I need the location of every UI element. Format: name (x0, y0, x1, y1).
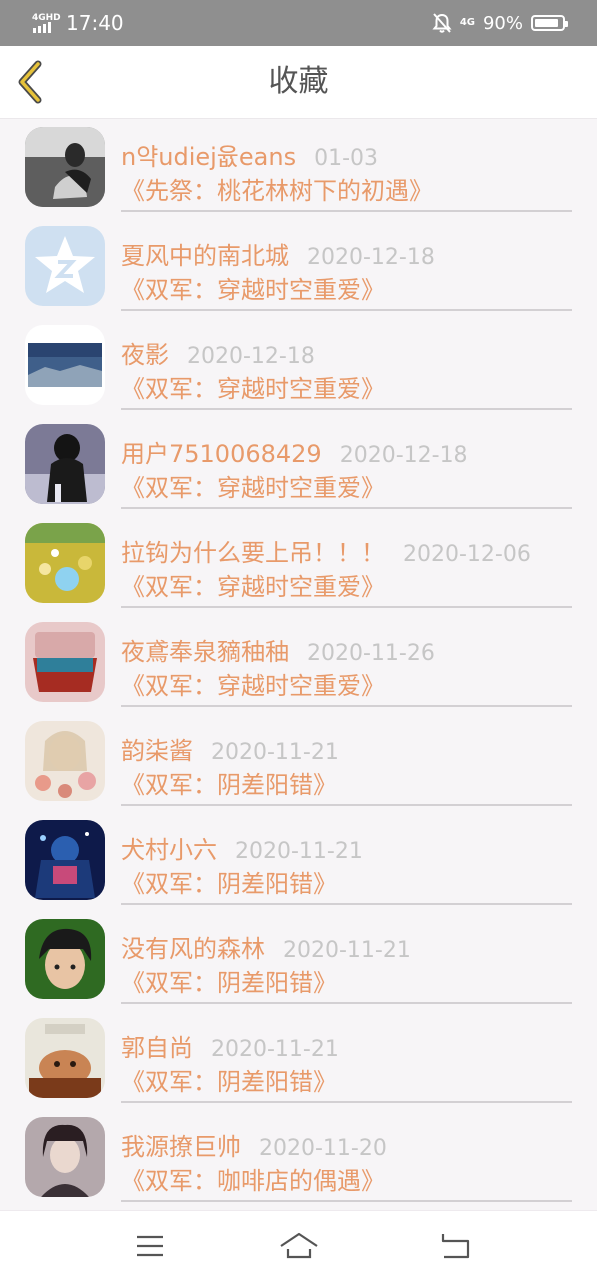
item-date: 01-03 (314, 146, 379, 171)
status-left: 4GHD 17:40 (32, 8, 124, 38)
home-icon (280, 1232, 318, 1259)
item-date: 2020-11-21 (211, 740, 339, 765)
home-button[interactable] (279, 1229, 319, 1263)
status-right: 4G 90% (432, 8, 568, 38)
list-item[interactable]: 夜鳶奉泉豴秞秞 2020-11-26 《双军：穿越时空重爱》 (0, 614, 597, 713)
list-item[interactable]: 夏风中的南北城 2020-12-18 《双军：穿越时空重爱》 (0, 218, 597, 317)
item-date: 2020-11-21 (235, 839, 363, 864)
signal-icon: 4GHD (32, 11, 61, 35)
avatar (25, 820, 105, 900)
battery-icon (531, 15, 568, 31)
item-title: 《双军：阴差阳错》 (121, 870, 337, 898)
item-title: 《双军：阴差阳错》 (121, 1068, 337, 1096)
avatar (25, 622, 105, 702)
avatar (25, 721, 105, 801)
user-name: 韵柒酱 (121, 737, 193, 765)
item-title: 《双军：阴差阳错》 (121, 771, 337, 799)
item-info: 夏风中的南北城 2020-12-18 《双军：穿越时空重爱》 (121, 218, 572, 311)
user-name: 我源撩巨帅 (121, 1133, 241, 1161)
avatar (25, 919, 105, 999)
user-name: 犬村小六 (121, 836, 217, 864)
user-name: 拉钩为什么要上吊！！！ (121, 539, 385, 567)
item-title: 《双军：穿越时空重爱》 (121, 375, 385, 403)
menu-button[interactable] (130, 1229, 170, 1263)
return-icon (441, 1234, 470, 1259)
avatar (25, 1018, 105, 1098)
user-name: 用户7510068429 (121, 440, 322, 468)
user-name: 夏风中的南北城 (121, 242, 289, 270)
avatar (25, 1117, 105, 1197)
item-title: 《双军：穿越时空重爱》 (121, 573, 385, 601)
avatar (25, 325, 105, 405)
network-type-right: 4G (459, 17, 475, 28)
item-date: 2020-11-21 (283, 938, 411, 963)
item-title: 《双军：咖啡店的偶遇》 (121, 1167, 385, 1195)
item-info: 夜鳶奉泉豴秞秞 2020-11-26 《双军：穿越时空重爱》 (121, 614, 572, 707)
list-item[interactable]: 犬村小六 2020-11-21 《双军：阴差阳错》 (0, 812, 597, 911)
list-item[interactable]: 拉钩为什么要上吊！！！ 2020-12-06 《双军：穿越时空重爱》 (0, 515, 597, 614)
item-date: 2020-11-26 (307, 641, 435, 666)
avatar (25, 226, 105, 306)
item-date: 2020-12-06 (403, 542, 531, 567)
item-info: 韵柒酱 2020-11-21 《双军：阴差阳错》 (121, 713, 572, 806)
user-name: n약udiej윲eans (121, 143, 297, 171)
list-item[interactable]: 没有风的森林 2020-11-21 《双军：阴差阳错》 (0, 911, 597, 1010)
item-info: 我源撩巨帅 2020-11-20 《双军：咖啡店的偶遇》 (121, 1109, 572, 1202)
header: 收藏 (0, 46, 597, 119)
bell-muted-icon (432, 13, 452, 33)
menu-icon (137, 1235, 163, 1257)
item-title: 《双军：穿越时空重爱》 (121, 276, 385, 304)
user-name: 夜鳶奉泉豴秞秞 (121, 638, 289, 666)
avatar (25, 523, 105, 603)
avatar (25, 127, 105, 207)
page-title: 收藏 (268, 64, 329, 99)
bottom-nav (0, 1210, 597, 1281)
list-item[interactable]: n약udiej윲eans 01-03 《先祭：桃花林树下的初遇》 (0, 119, 597, 218)
item-title: 《双军：阴差阳错》 (121, 969, 337, 997)
user-name: 没有风的森林 (121, 935, 265, 963)
user-name: 夜影 (121, 341, 169, 369)
item-info: 郭自尚 2020-11-21 《双军：阴差阳错》 (121, 1010, 572, 1103)
list-item[interactable]: 郭自尚 2020-11-21 《双军：阴差阳错》 (0, 1010, 597, 1109)
item-date: 2020-11-21 (211, 1037, 339, 1062)
battery-percent: 90% (482, 12, 523, 34)
item-date: 2020-12-18 (187, 344, 315, 369)
avatar (25, 424, 105, 504)
item-info: 拉钩为什么要上吊！！！ 2020-12-06 《双军：穿越时空重爱》 (121, 515, 572, 608)
item-info: 犬村小六 2020-11-21 《双军：阴差阳错》 (121, 812, 572, 905)
item-date: 2020-11-20 (259, 1136, 387, 1161)
user-name: 郭自尚 (121, 1034, 193, 1062)
item-info: 没有风的森林 2020-11-21 《双军：阴差阳错》 (121, 911, 572, 1004)
item-date: 2020-12-18 (307, 245, 435, 270)
item-info: 用户7510068429 2020-12-18 《双军：穿越时空重爱》 (121, 416, 572, 509)
return-button[interactable] (435, 1229, 475, 1263)
item-info: 夜影 2020-12-18 《双军：穿越时空重爱》 (121, 317, 572, 410)
item-title: 《先祭：桃花林树下的初遇》 (121, 177, 433, 205)
list-item[interactable]: 我源撩巨帅 2020-11-20 《双军：咖啡店的偶遇》 (0, 1109, 597, 1208)
item-info: n약udiej윲eans 01-03 《先祭：桃花林树下的初遇》 (121, 119, 572, 212)
list-item[interactable]: 韵柒酱 2020-11-21 《双军：阴差阳错》 (0, 713, 597, 812)
item-title: 《双军：穿越时空重爱》 (121, 474, 385, 502)
list-item[interactable]: 夜影 2020-12-18 《双军：穿越时空重爱》 (0, 317, 597, 416)
status-time: 17:40 (66, 11, 124, 35)
list-item[interactable]: 用户7510068429 2020-12-18 《双军：穿越时空重爱》 (0, 416, 597, 515)
favorites-list: n약udiej윲eans 01-03 《先祭：桃花林树下的初遇》 夏风中的南北城… (0, 119, 597, 1208)
status-bar: 4GHD 17:40 4G 90% (0, 0, 597, 46)
item-date: 2020-12-18 (339, 443, 468, 468)
item-title: 《双军：穿越时空重爱》 (121, 672, 385, 700)
